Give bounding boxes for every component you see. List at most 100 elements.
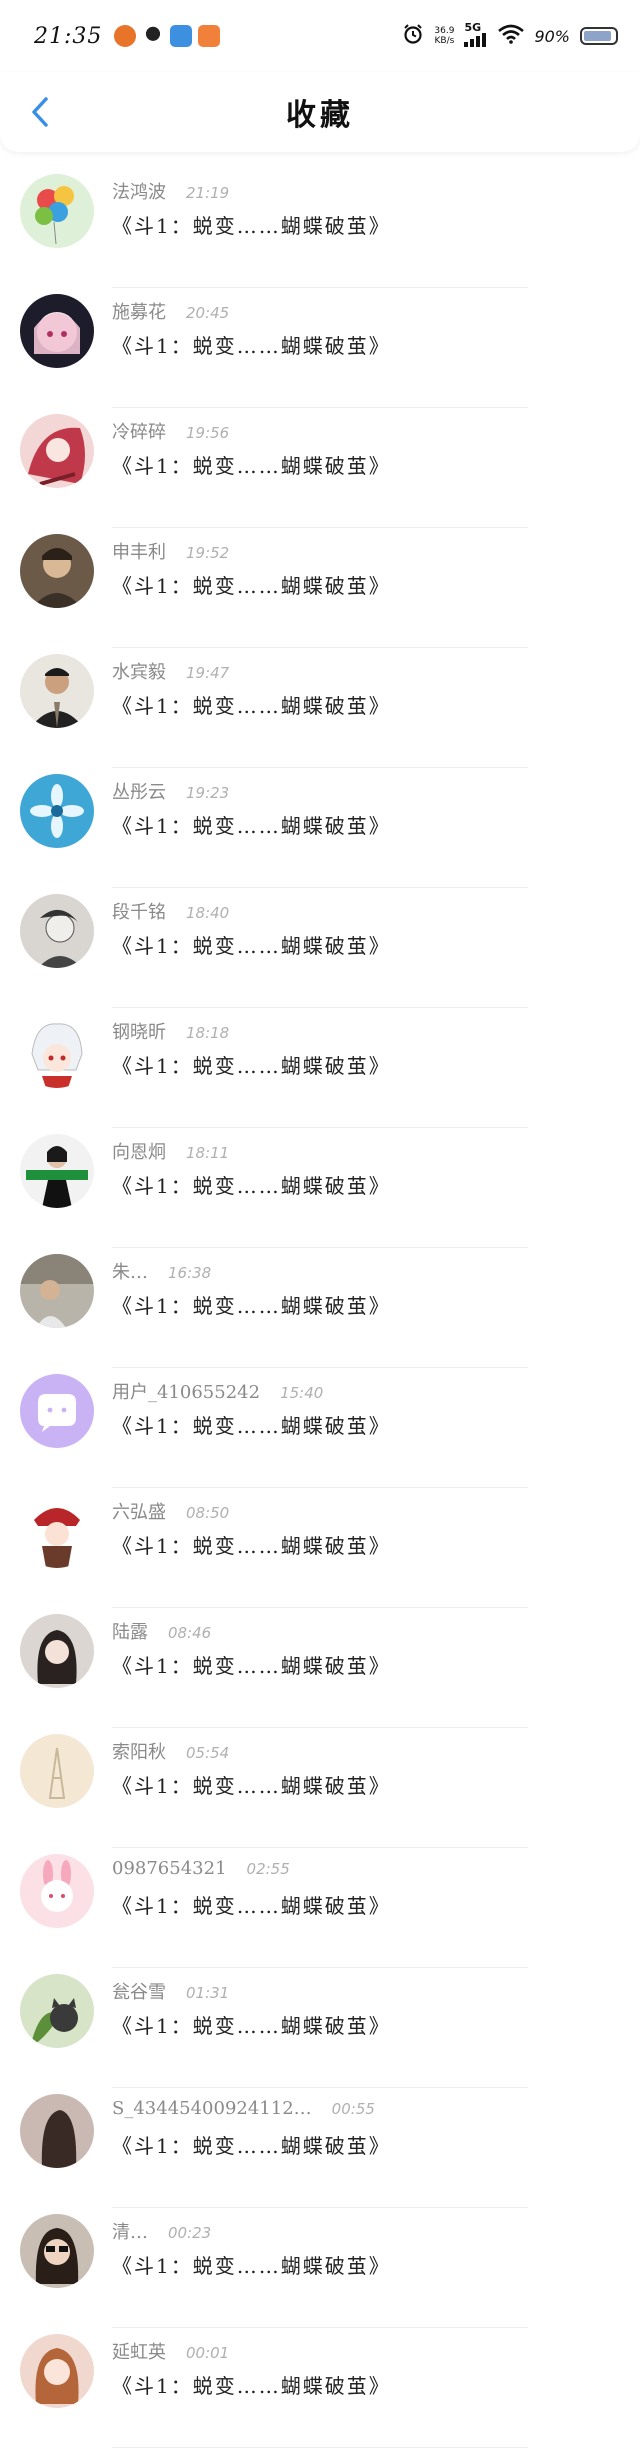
- chevron-left-icon: [32, 97, 48, 127]
- avatar[interactable]: [20, 174, 94, 248]
- sender-name: 朱…: [112, 1262, 148, 1283]
- avatar[interactable]: [20, 1494, 94, 1568]
- message-time: 18:18: [186, 1024, 230, 1042]
- avatar[interactable]: [20, 894, 94, 968]
- avatar[interactable]: [20, 414, 94, 488]
- item-meta: 丛彤云 19:23: [112, 778, 229, 804]
- favorite-list-item[interactable]: 施募花 20:45 《斗1：蜕变……蝴蝶破茧》: [0, 288, 640, 408]
- message-time: 08:46: [168, 1624, 212, 1642]
- item-meta: 陆露 08:46: [112, 1618, 211, 1644]
- page-title: 收藏: [286, 98, 354, 133]
- sender-name: S_43445400924112…: [112, 2098, 312, 2119]
- favorite-list-item[interactable]: 法鸿波 21:19 《斗1：蜕变……蝴蝶破茧》: [0, 168, 640, 288]
- avatar[interactable]: [20, 1374, 94, 1448]
- alarm-icon: [402, 23, 424, 49]
- favorite-list-item[interactable]: 水宾毅 19:47 《斗1：蜕变……蝴蝶破茧》: [0, 648, 640, 768]
- message-text: 《斗1：蜕变……蝴蝶破茧》: [112, 2374, 391, 2398]
- avatar[interactable]: [20, 1734, 94, 1808]
- item-meta: 申丰利 19:52: [112, 538, 229, 564]
- avatar[interactable]: [20, 1614, 94, 1688]
- message-text: 《斗1：蜕变……蝴蝶破茧》: [112, 934, 391, 958]
- avatar[interactable]: [20, 294, 94, 368]
- avatar[interactable]: [20, 774, 94, 848]
- message-text: 《斗1：蜕变……蝴蝶破茧》: [112, 2254, 391, 2278]
- message-time: 15:40: [280, 1384, 324, 1402]
- favorite-list-item[interactable]: 向恩炯 18:11 《斗1：蜕变……蝴蝶破茧》: [0, 1128, 640, 1248]
- net-speed-value: 36.9: [434, 26, 455, 36]
- avatar[interactable]: [20, 2094, 94, 2168]
- message-text: 《斗1：蜕变……蝴蝶破茧》: [112, 1414, 391, 1438]
- avatar-image: [20, 2214, 94, 2288]
- favorite-list-item[interactable]: S_43445400924112… 00:55 《斗1：蜕变……蝴蝶破茧》: [0, 2088, 640, 2208]
- favorite-list-item[interactable]: 申丰利 19:52 《斗1：蜕变……蝴蝶破茧》: [0, 528, 640, 648]
- message-text: 《斗1：蜕变……蝴蝶破茧》: [112, 1294, 391, 1318]
- message-time: 20:45: [186, 304, 230, 322]
- message-time: 21:19: [186, 184, 230, 202]
- message-time: 16:38: [168, 1264, 212, 1282]
- item-meta: 瓮谷雪 01:31: [112, 1978, 229, 2004]
- avatar[interactable]: [20, 1134, 94, 1208]
- favorite-list-item[interactable]: 陆露 08:46 《斗1：蜕变……蝴蝶破茧》: [0, 1608, 640, 1728]
- avatar-image: [20, 174, 94, 248]
- favorite-list-item[interactable]: 瓮谷雪 01:31 《斗1：蜕变……蝴蝶破茧》: [0, 1968, 640, 2088]
- avatar-image: [20, 414, 94, 488]
- message-text: 《斗1：蜕变……蝴蝶破茧》: [112, 694, 391, 718]
- favorite-list-item[interactable]: 钢晓昕 18:18 《斗1：蜕变……蝴蝶破茧》: [0, 1008, 640, 1128]
- item-meta: 水宾毅 19:47: [112, 658, 229, 684]
- sender-name: 法鸿波: [112, 182, 166, 203]
- message-time: 00:55: [331, 2100, 375, 2118]
- status-bar: 21:35 36.9 KB/s 5G 90%: [0, 0, 640, 72]
- sender-name: 水宾毅: [112, 662, 166, 683]
- net-speed-unit: KB/s: [434, 36, 455, 46]
- message-time: 08:50: [186, 1504, 230, 1522]
- message-text: 《斗1：蜕变……蝴蝶破茧》: [112, 1894, 391, 1918]
- favorite-list-item[interactable]: 段千铭 18:40 《斗1：蜕变……蝴蝶破茧》: [0, 888, 640, 1008]
- message-text: 《斗1：蜕变……蝴蝶破茧》: [112, 454, 391, 478]
- avatar[interactable]: [20, 1014, 94, 1088]
- favorite-list-item[interactable]: 用户_410655242 15:40 《斗1：蜕变……蝴蝶破茧》: [0, 1368, 640, 1488]
- avatar[interactable]: [20, 534, 94, 608]
- item-meta: 朱… 16:38: [112, 1258, 211, 1284]
- sender-name: 用户_410655242: [112, 1382, 261, 1403]
- favorite-list-item[interactable]: 索阳秋 05:54 《斗1：蜕变……蝴蝶破茧》: [0, 1728, 640, 1848]
- divider: [112, 2447, 528, 2448]
- sender-name: 施募花: [112, 302, 166, 323]
- avatar[interactable]: [20, 2214, 94, 2288]
- avatar[interactable]: [20, 654, 94, 728]
- message-time: 18:11: [186, 1144, 230, 1162]
- sender-name: 六弘盛: [112, 1502, 166, 1523]
- avatar[interactable]: [20, 1854, 94, 1928]
- avatar[interactable]: [20, 2334, 94, 2408]
- wifi-icon: [498, 24, 525, 48]
- favorite-list-item[interactable]: 延虹英 00:01 《斗1：蜕变……蝴蝶破茧》: [0, 2328, 640, 2448]
- message-text: 《斗1：蜕变……蝴蝶破茧》: [112, 1774, 391, 1798]
- message-time: 19:47: [186, 664, 230, 682]
- sender-name: 陆露: [112, 1622, 148, 1643]
- favorite-list-item[interactable]: 六弘盛 08:50 《斗1：蜕变……蝴蝶破茧》: [0, 1488, 640, 1608]
- avatar-image: [20, 774, 94, 848]
- pumpkin-app-icon: [114, 25, 137, 47]
- item-meta: 段千铭 18:40: [112, 898, 229, 924]
- favorite-list-item[interactable]: 丛彤云 19:23 《斗1：蜕变……蝴蝶破茧》: [0, 768, 640, 888]
- avatar-image: [20, 534, 94, 608]
- message-text: 《斗1：蜕变……蝴蝶破茧》: [112, 1654, 391, 1678]
- avatar-image: [20, 1134, 94, 1208]
- network-type: 5G: [464, 20, 482, 34]
- sender-name: 0987654321: [112, 1858, 227, 1879]
- avatar-image: [20, 1974, 94, 2048]
- favorite-list-item[interactable]: 朱… 16:38 《斗1：蜕变……蝴蝶破茧》: [0, 1248, 640, 1368]
- favorite-list-item[interactable]: 0987654321 02:55 《斗1：蜕变……蝴蝶破茧》: [0, 1848, 640, 1968]
- item-meta: 索阳秋 05:54: [112, 1738, 229, 1764]
- message-text: 《斗1：蜕变……蝴蝶破茧》: [112, 1534, 391, 1558]
- favorite-list-item[interactable]: 清… 00:23 《斗1：蜕变……蝴蝶破茧》: [0, 2208, 640, 2328]
- avatar[interactable]: [20, 1974, 94, 2048]
- cloud-app-icon: [170, 25, 193, 47]
- message-text: 《斗1：蜕变……蝴蝶破茧》: [112, 2014, 391, 2038]
- avatar[interactable]: [20, 1254, 94, 1328]
- item-meta: 向恩炯 18:11: [112, 1138, 229, 1164]
- message-time: 00:23: [168, 2224, 212, 2242]
- favorite-list-item[interactable]: 冷碎碎 19:56 《斗1：蜕变……蝴蝶破茧》: [0, 408, 640, 528]
- back-button[interactable]: [18, 90, 62, 134]
- item-meta: S_43445400924112… 00:55: [112, 2098, 375, 2119]
- message-time: 19:23: [186, 784, 230, 802]
